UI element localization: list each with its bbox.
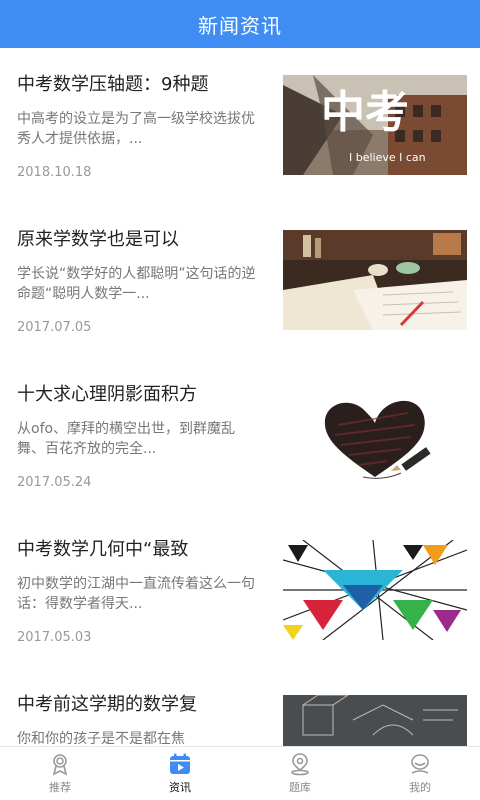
news-date: 2017.05.24 xyxy=(17,475,92,490)
news-title: 原来学数学也是可以 xyxy=(17,229,179,250)
news-list[interactable]: 中考数学压轴题：9种题 中高考的设立是为了高一级学校选拔优秀人才提供依据，...… xyxy=(0,48,480,746)
tab-label: 资讯 xyxy=(169,781,191,794)
app-header: 新闻资讯 xyxy=(0,0,480,48)
news-thumbnail xyxy=(283,695,467,746)
tab-label: 推荐 xyxy=(49,781,71,794)
news-title: 中考数学几何中“最致 xyxy=(17,539,189,560)
tab-mine[interactable]: 我的 xyxy=(360,747,480,800)
news-summary: 你和你的孩子是不是都在焦 xyxy=(17,731,185,746)
page-title: 新闻资讯 xyxy=(198,13,282,38)
news-thumbnail xyxy=(283,385,467,485)
location-pin-icon xyxy=(288,752,312,776)
user-icon xyxy=(408,752,432,776)
news-summary: 中高考的设立是为了高一级学校选拔优秀人才提供依据，... xyxy=(17,111,255,147)
tab-recommend[interactable]: 推荐 xyxy=(0,747,120,800)
award-icon xyxy=(48,752,72,776)
news-item[interactable]: 十大求心理阴影面积方 从ofo、摩拜的横空出世，到群魔乱舞、百花齐放的完全...… xyxy=(0,358,480,513)
news-title: 中考前这学期的数学复 xyxy=(17,694,197,715)
bottom-tab-bar: 推荐 资讯 题库 我的 xyxy=(0,746,480,800)
news-date: 2018.10.18 xyxy=(17,165,92,180)
news-date: 2017.05.03 xyxy=(17,630,92,645)
news-item[interactable]: 中考数学压轴题：9种题 中高考的设立是为了高一级学校选拔优秀人才提供依据，...… xyxy=(0,48,480,203)
news-thumbnail xyxy=(283,230,467,330)
news-title: 十大求心理阴影面积方 xyxy=(17,384,197,405)
news-item[interactable]: 中考前这学期的数学复 你和你的孩子是不是都在焦 xyxy=(0,668,480,746)
news-item[interactable]: 中考数学几何中“最致 初中数学的江湖中一直流传着这么一句话：得数学者得天... … xyxy=(0,513,480,668)
news-summary: 学长说“数学好的人都聪明”这句话的逆命题“聪明人数学一... xyxy=(17,266,256,302)
news-thumbnail: 中考 I believe I can xyxy=(283,75,467,175)
news-summary: 初中数学的江湖中一直流传着这么一句话：得数学者得天... xyxy=(17,576,255,612)
news-item[interactable]: 原来学数学也是可以 学长说“数学好的人都聪明”这句话的逆命题“聪明人数学一...… xyxy=(0,203,480,358)
svg-text:I believe I can: I believe I can xyxy=(349,151,426,164)
news-summary: 从ofo、摩拜的横空出世，到群魔乱舞、百花齐放的完全... xyxy=(17,421,236,457)
calendar-play-icon xyxy=(168,752,192,776)
tab-news[interactable]: 资讯 xyxy=(120,747,240,800)
tab-label: 题库 xyxy=(289,781,311,794)
tab-question-bank[interactable]: 题库 xyxy=(240,747,360,800)
svg-text:中考: 中考 xyxy=(321,87,409,138)
news-date: 2017.07.05 xyxy=(17,320,92,335)
tab-label: 我的 xyxy=(409,781,431,794)
news-title: 中考数学压轴题：9种题 xyxy=(17,74,209,95)
news-thumbnail xyxy=(283,540,467,640)
